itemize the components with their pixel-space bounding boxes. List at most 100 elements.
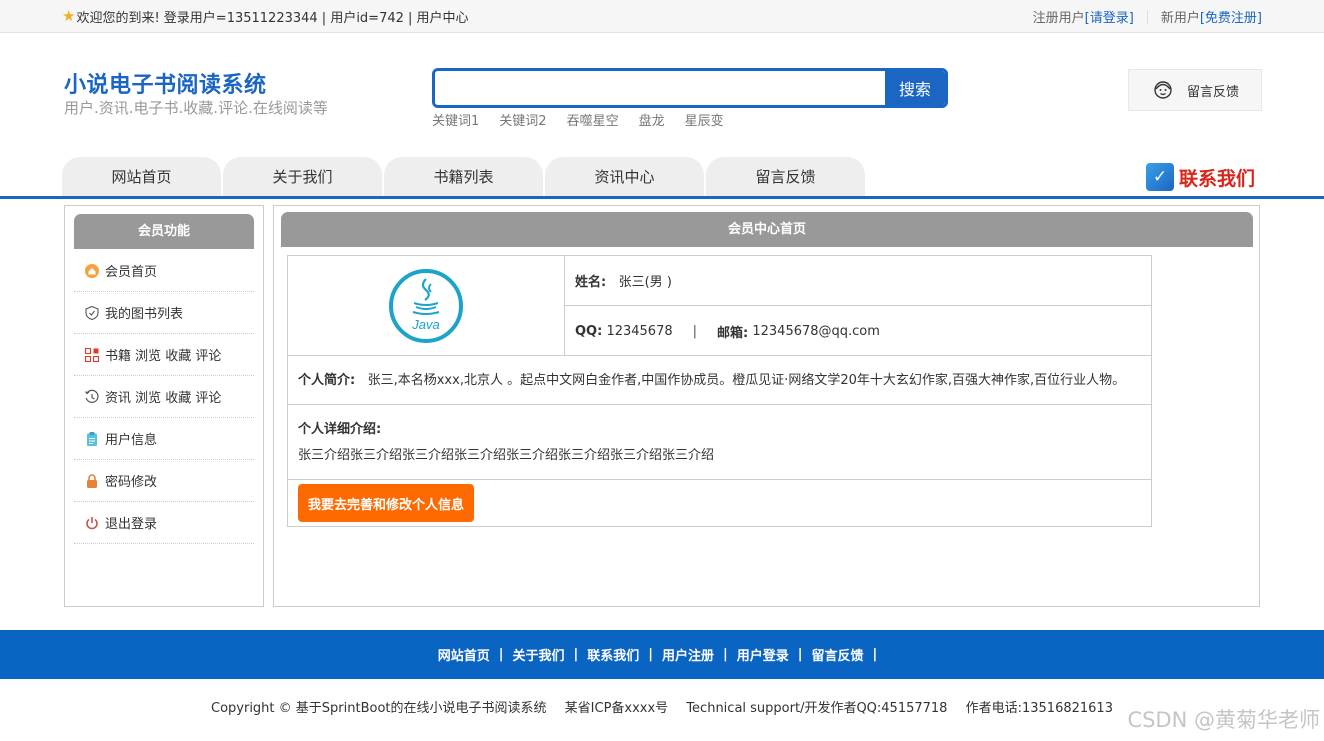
sidebar-item-label: 资讯 浏览 收藏 评论 xyxy=(105,391,222,406)
welcome-text[interactable]: 欢迎您的到来! 登录用户=13511223344 | 用户id=742 | 用户… xyxy=(76,7,468,26)
feedback-button[interactable]: 留言反馈 xyxy=(1128,69,1262,111)
support-text: Technical support/开发作者QQ:45157718 xyxy=(686,701,948,716)
intro-text: 张三,本名杨xxx,北京人 。起点中文网白金作者,中国作协成员。橙瓜见证·网络文… xyxy=(367,373,1126,388)
divider: | xyxy=(692,323,698,339)
divider: | xyxy=(872,647,878,662)
action-row: 我要去完善和修改个人信息 xyxy=(288,480,1151,526)
member-sidebar: 会员功能 会员首页 我的图书列表 书籍 浏览 收藏 评论 资讯 浏览 收藏 评论… xyxy=(64,205,264,607)
account-links: 注册用户 [请登录] 新用户 [免费注册] xyxy=(1033,7,1262,26)
name-row: 姓名: 张三(男 ) xyxy=(565,256,1151,306)
copyright-text: Copyright © 基于SprintBoot的在线小说电子书阅读系统 xyxy=(211,701,547,716)
avatar: Java xyxy=(288,256,565,355)
qq-value: 12345678 xyxy=(606,323,673,339)
site-title[interactable]: 小说电子书阅读系统 xyxy=(64,67,267,99)
sidebar-item-news-activity[interactable]: 资讯 浏览 收藏 评论 xyxy=(74,376,254,418)
intro-label: 个人简介: xyxy=(298,373,356,388)
nav-item-home[interactable]: 网站首页 xyxy=(62,157,221,196)
home-icon xyxy=(84,263,100,279)
grid-icon xyxy=(84,347,100,363)
keyword-link[interactable]: 关键词2 xyxy=(499,110,546,129)
sidebar-menu: 会员首页 我的图书列表 书籍 浏览 收藏 评论 资讯 浏览 收藏 评论 用户信息… xyxy=(74,250,254,544)
detail-section: 个人详细介绍: 张三介绍张三介绍张三介绍张三介绍张三介绍张三介绍张三介绍张三介绍 xyxy=(288,405,1151,480)
footer-link-login[interactable]: 用户登录 xyxy=(737,645,789,664)
sidebar-item-logout[interactable]: 退出登录 xyxy=(74,502,254,544)
star-icon: ★ xyxy=(62,7,76,25)
sidebar-item-label: 密码修改 xyxy=(105,475,158,490)
power-icon xyxy=(84,515,100,531)
profile-table: Java 姓名: 张三(男 ) QQ: 12345678 | 邮箱: 12345… xyxy=(287,255,1152,527)
sidebar-item-member-home[interactable]: 会员首页 xyxy=(74,250,254,292)
keyword-link[interactable]: 关键词1 xyxy=(432,110,479,129)
profile-row: Java 姓名: 张三(男 ) QQ: 12345678 | 邮箱: 12345… xyxy=(288,256,1151,356)
search-box: 搜索 xyxy=(432,68,948,108)
copyright-line: Copyright © 基于SprintBoot的在线小说电子书阅读系统 某省I… xyxy=(0,697,1324,716)
detail-text: 张三介绍张三介绍张三介绍张三介绍张三介绍张三介绍张三介绍张三介绍 xyxy=(298,448,715,463)
watermark: CSDN @黄菊华老师 xyxy=(1127,708,1320,732)
top-bar: ★ 欢迎您的到来! 登录用户=13511223344 | 用户id=742 | … xyxy=(0,0,1324,33)
welcome-area: ★ 欢迎您的到来! 登录用户=13511223344 | 用户id=742 | … xyxy=(62,7,469,27)
sidebar-item-label: 我的图书列表 xyxy=(105,307,184,322)
sidebar-item-user-info[interactable]: 用户信息 xyxy=(74,418,254,460)
contact-details: 姓名: 张三(男 ) QQ: 12345678 | 邮箱: 12345678@q… xyxy=(565,256,1151,355)
sidebar-item-label: 退出登录 xyxy=(105,517,158,532)
nav-divider xyxy=(0,196,1324,199)
search-input[interactable] xyxy=(435,71,885,105)
feedback-label: 留言反馈 xyxy=(1187,84,1240,100)
site-subtitle: 用户.资讯.电子书.收藏.评论.在线阅读等 xyxy=(64,99,328,117)
detail-label: 个人详细介绍: xyxy=(298,422,382,437)
footer-link-feedback[interactable]: 留言反馈 xyxy=(812,645,864,664)
search-button[interactable]: 搜索 xyxy=(885,71,945,105)
divider xyxy=(1146,9,1148,24)
nav-item-feedback[interactable]: 留言反馈 xyxy=(706,157,865,196)
divider: | xyxy=(797,647,803,662)
name-value: 张三(男 ) xyxy=(618,275,672,290)
nav-item-about[interactable]: 关于我们 xyxy=(223,157,382,196)
nav-item-books[interactable]: 书籍列表 xyxy=(384,157,543,196)
divider: | xyxy=(498,647,504,662)
sidebar-title: 会员功能 xyxy=(74,214,254,249)
email-value: 12345678@qq.com xyxy=(752,323,880,339)
sidebar-item-my-books[interactable]: 我的图书列表 xyxy=(74,292,254,334)
sidebar-item-label: 书籍 浏览 收藏 评论 xyxy=(105,349,222,364)
name-label: 姓名: xyxy=(575,275,607,290)
panel-title: 会员中心首页 xyxy=(281,212,1253,247)
hot-keywords: 关键词1 关键词2 吞噬星空 盘龙 星辰变 xyxy=(432,110,744,129)
shield-icon xyxy=(84,305,100,321)
footer-link-home[interactable]: 网站首页 xyxy=(438,645,490,664)
java-logo-icon: Java xyxy=(389,268,463,343)
footer-link-contact[interactable]: 联系我们 xyxy=(587,645,639,664)
main-nav: 网站首页 关于我们 书籍列表 资讯中心 留言反馈 xyxy=(62,157,867,196)
contact-us-label: 联系我们 xyxy=(1179,167,1256,190)
divider: | xyxy=(723,647,728,662)
keyword-link[interactable]: 盘龙 xyxy=(639,110,665,129)
lock-icon xyxy=(84,473,100,489)
phone-text: 作者电话:13516821613 xyxy=(965,701,1113,716)
photo-caption: Java xyxy=(411,317,439,332)
edit-profile-button[interactable]: 我要去完善和修改个人信息 xyxy=(298,484,475,522)
login-link[interactable]: [请登录] xyxy=(1085,7,1134,26)
intro-section: 个人简介: 张三,本名杨xxx,北京人 。起点中文网白金作者,中国作协成员。橙瓜… xyxy=(288,356,1151,405)
headset-icon xyxy=(1154,81,1172,99)
email-label: 邮箱: xyxy=(717,325,749,341)
history-icon xyxy=(84,389,100,405)
sidebar-item-label: 用户信息 xyxy=(105,433,158,448)
contact-us-link[interactable]: ✓ 联系我们 xyxy=(1146,163,1255,191)
clipboard-icon xyxy=(84,431,100,447)
qq-label: QQ: xyxy=(575,323,603,339)
footer-nav: 网站首页 | 关于我们 | 联系我们 | 用户注册 | 用户登录 | 留言反馈 | xyxy=(0,630,1324,679)
nav-item-news[interactable]: 资讯中心 xyxy=(545,157,704,196)
sidebar-item-change-password[interactable]: 密码修改 xyxy=(74,460,254,502)
register-link[interactable]: [免费注册] xyxy=(1200,7,1262,26)
new-user-label: 新用户 xyxy=(1160,11,1200,26)
sidebar-item-book-activity[interactable]: 书籍 浏览 收藏 评论 xyxy=(74,334,254,376)
sidebar-item-label: 会员首页 xyxy=(105,265,158,280)
footer-link-about[interactable]: 关于我们 xyxy=(512,645,564,664)
member-center-panel: 会员中心首页 Java 姓名: 张三(男 ) QQ: 12345678 | 邮箱… xyxy=(273,205,1260,607)
divider: | xyxy=(648,647,653,662)
phone-icon: ✓ xyxy=(1146,163,1174,191)
keyword-link[interactable]: 吞噬星空 xyxy=(567,110,619,129)
keyword-link[interactable]: 星辰变 xyxy=(685,110,724,129)
icp-text: 某省ICP备xxxx号 xyxy=(564,701,669,716)
contact-row: QQ: 12345678 | 邮箱: 12345678@qq.com xyxy=(565,306,1151,356)
footer-link-register[interactable]: 用户注册 xyxy=(662,645,714,664)
